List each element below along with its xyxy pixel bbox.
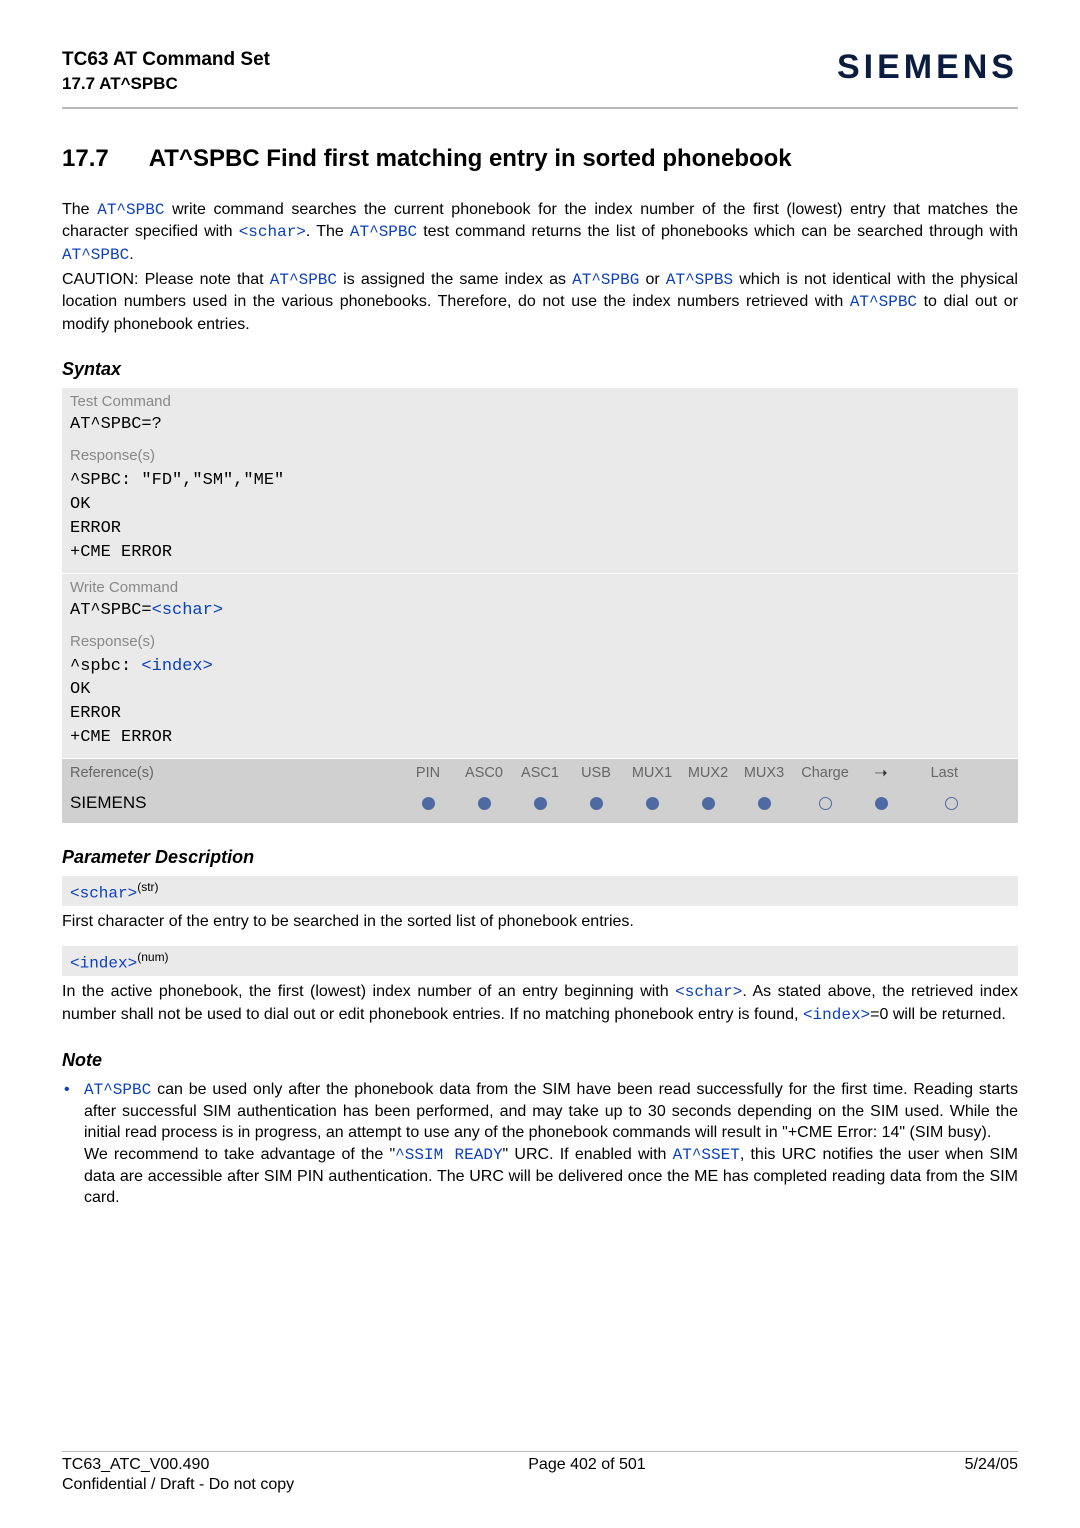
param-type: (num) xyxy=(137,950,168,964)
cmd-link[interactable]: AT^SPBS xyxy=(666,271,733,289)
page-footer: TC63_ATC_V00.490 Page 402 of 501 5/24/05… xyxy=(62,1443,1018,1494)
footer-divider xyxy=(62,1451,1018,1452)
param-link[interactable]: <schar> xyxy=(152,601,223,620)
test-command: AT^SPBC=? xyxy=(62,413,1018,442)
note-item: AT^SPBC can be used only after the phone… xyxy=(62,1079,1018,1209)
dot-filled-icon xyxy=(478,797,491,810)
response-label: Response(s) xyxy=(62,442,1018,467)
footer-center: Page 402 of 501 xyxy=(528,1456,645,1474)
test-command-label: Test Command xyxy=(62,388,1018,413)
col-last: Last xyxy=(904,765,964,781)
section-heading: 17.7 AT^SPBC Find first matching entry in… xyxy=(62,145,1018,173)
dot-filled-icon xyxy=(534,797,547,810)
parameter-description-heading: Parameter Description xyxy=(62,847,1018,868)
col-arrow-icon: ➝ xyxy=(858,763,904,783)
reference-header-row: Reference(s) PIN ASC0 ASC1 USB MUX1 MUX2… xyxy=(62,759,1018,787)
dot-filled-icon xyxy=(702,797,715,810)
cmd-link[interactable]: AT^SPBG xyxy=(572,271,639,289)
col-mux2: MUX2 xyxy=(680,765,736,781)
page-header: TC63 AT Command Set 17.7 AT^SPBC SIEMENS xyxy=(62,48,1018,105)
param-index-desc: In the active phonebook, the first (lowe… xyxy=(62,981,1018,1025)
note-list: AT^SPBC can be used only after the phone… xyxy=(62,1079,1018,1209)
col-asc1: ASC1 xyxy=(512,765,568,781)
col-usb: USB xyxy=(568,765,624,781)
syntax-heading: Syntax xyxy=(62,359,1018,380)
col-pin: PIN xyxy=(400,765,456,781)
dot-filled-icon xyxy=(646,797,659,810)
doc-title: TC63 AT Command Set xyxy=(62,48,270,73)
col-mux1: MUX1 xyxy=(624,765,680,781)
footer-confidential: Confidential / Draft - Do not copy xyxy=(62,1476,1018,1494)
cmd-link[interactable]: AT^SPBC xyxy=(270,271,337,289)
param-link[interactable]: <index> xyxy=(803,1006,870,1024)
cmd-link[interactable]: AT^SPBC xyxy=(97,201,164,219)
write-command-label: Write Command xyxy=(62,574,1018,599)
param-index-box: <index>(num) xyxy=(62,946,1018,976)
param-schar-desc: First character of the entry to be searc… xyxy=(62,911,1018,932)
col-asc0: ASC0 xyxy=(456,765,512,781)
cmd-link[interactable]: AT^SSET xyxy=(673,1146,740,1164)
dot-filled-icon xyxy=(590,797,603,810)
note-heading: Note xyxy=(62,1050,1018,1071)
section-title: AT^SPBC Find first matching entry in sor… xyxy=(149,145,792,172)
param-type: (str) xyxy=(137,880,158,894)
param-schar-box: <schar>(str) xyxy=(62,876,1018,906)
urc-link[interactable]: ^SSIM READY xyxy=(395,1146,502,1164)
reference-name: SIEMENS xyxy=(70,793,400,813)
intro-paragraph-1: The AT^SPBC write command searches the c… xyxy=(62,199,1018,267)
header-divider xyxy=(62,107,1018,109)
intro-paragraph-2: CAUTION: Please note that AT^SPBC is ass… xyxy=(62,269,1018,336)
syntax-block: Test Command AT^SPBC=? Response(s) ^SPBC… xyxy=(62,388,1018,822)
cmd-link[interactable]: AT^SPBC xyxy=(350,223,417,241)
footer-right: 5/24/05 xyxy=(965,1456,1018,1474)
param-link[interactable]: <schar> xyxy=(239,223,306,241)
brand-logo: SIEMENS xyxy=(837,48,1018,87)
param-link[interactable]: <index> xyxy=(141,657,212,676)
param-name: <schar> xyxy=(70,884,137,902)
test-response: ^SPBC: "FD","SM","ME" OK ERROR +CME ERRO… xyxy=(62,467,1018,572)
param-link[interactable]: <schar> xyxy=(675,983,742,1001)
col-mux3: MUX3 xyxy=(736,765,792,781)
dot-filled-icon xyxy=(875,797,888,810)
section-number: 17.7 xyxy=(62,145,109,173)
doc-subsection: 17.7 AT^SPBC xyxy=(62,73,270,95)
footer-left: TC63_ATC_V00.490 xyxy=(62,1456,209,1474)
param-name: <index> xyxy=(70,954,137,972)
dot-empty-icon xyxy=(945,797,958,810)
write-response: ^spbc: <index> OK ERROR +CME ERROR xyxy=(62,653,1018,758)
col-charge: Charge xyxy=(792,765,858,781)
dot-filled-icon xyxy=(758,797,771,810)
dot-filled-icon xyxy=(422,797,435,810)
reference-label: Reference(s) xyxy=(70,765,400,781)
write-command: AT^SPBC=<schar> xyxy=(62,599,1018,628)
cmd-link[interactable]: AT^SPBC xyxy=(850,293,917,311)
cmd-link[interactable]: AT^SPBC xyxy=(84,1081,151,1099)
reference-value-row: SIEMENS xyxy=(62,787,1018,823)
response-label: Response(s) xyxy=(62,628,1018,653)
cmd-link[interactable]: AT^SPBC xyxy=(62,246,129,264)
dot-empty-icon xyxy=(819,797,832,810)
